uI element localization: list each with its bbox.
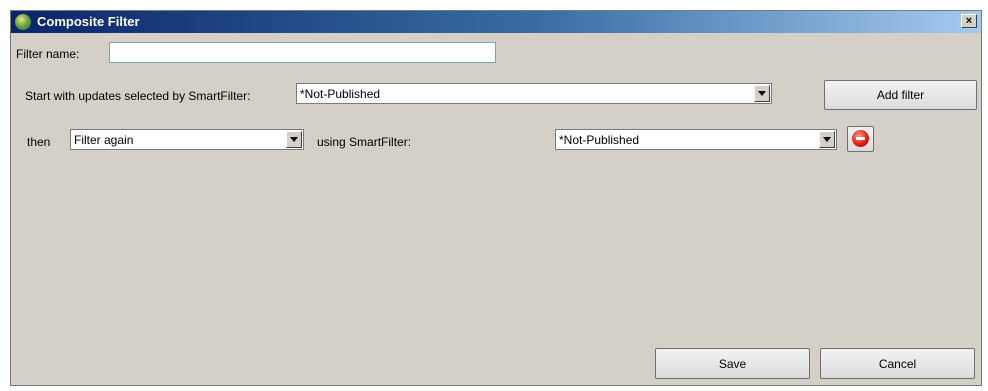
chevron-down-icon[interactable]: [286, 131, 302, 148]
using-smartfilter-label: using SmartFilter:: [317, 135, 412, 149]
save-button[interactable]: Save: [655, 348, 810, 379]
close-button[interactable]: ×: [961, 14, 977, 28]
then-label: then: [27, 135, 51, 149]
remove-filter-button[interactable]: [847, 126, 874, 152]
filter-name-input[interactable]: [109, 42, 496, 63]
filter-operation-select[interactable]: Filter again: [70, 129, 304, 150]
chevron-down-icon[interactable]: [819, 131, 835, 148]
filter-name-label: Filter name:: [16, 47, 80, 61]
start-smartfilter-label: Start with updates selected by SmartFilt…: [25, 89, 251, 103]
remove-filter-icon: [852, 130, 869, 147]
cancel-button[interactable]: Cancel: [820, 348, 975, 379]
title-bar: Composite Filter ×: [11, 11, 981, 33]
window-title: Composite Filter: [37, 14, 140, 29]
start-smartfilter-select[interactable]: *Not-Published: [296, 83, 772, 104]
filter-operation-value: Filter again: [74, 133, 134, 147]
start-smartfilter-value: *Not-Published: [300, 87, 381, 101]
row-smartfilter-value: *Not-Published: [559, 133, 640, 147]
chevron-down-icon[interactable]: [754, 85, 770, 102]
composite-filter-window: Composite Filter × Filter name: Start wi…: [10, 10, 982, 386]
app-globe-icon: [15, 14, 31, 30]
add-filter-button[interactable]: Add filter: [824, 80, 977, 110]
row-smartfilter-select[interactable]: *Not-Published: [555, 129, 837, 150]
